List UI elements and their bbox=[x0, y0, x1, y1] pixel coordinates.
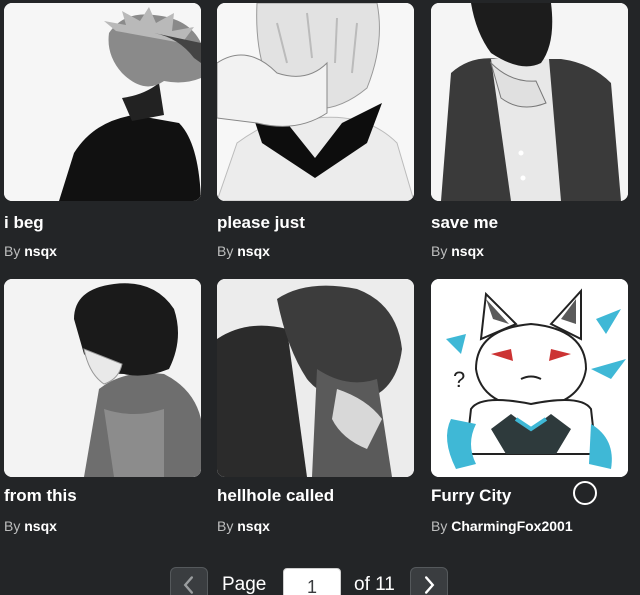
item-byline: By nsqx bbox=[4, 518, 57, 534]
creator-link[interactable]: nsqx bbox=[237, 518, 270, 534]
catalog-item-1[interactable]: i beg By nsqx bbox=[4, 3, 209, 263]
page-total-label: of 11 bbox=[354, 574, 395, 595]
item-thumbnail[interactable]: ? bbox=[431, 279, 628, 477]
item-title[interactable]: hellhole called bbox=[217, 486, 422, 506]
item-thumbnail[interactable] bbox=[217, 279, 414, 477]
creator-link[interactable]: CharmingFox2001 bbox=[451, 518, 572, 534]
prev-page-button[interactable] bbox=[170, 567, 208, 595]
item-thumbnail[interactable] bbox=[4, 279, 201, 477]
item-thumbnail[interactable] bbox=[217, 3, 414, 201]
catalog-item-3[interactable]: save me By nsqx bbox=[431, 3, 636, 263]
item-title[interactable]: Furry City bbox=[431, 486, 636, 506]
catalog-page: i beg By nsqx please just By nsqx save m… bbox=[0, 0, 640, 595]
chevron-right-icon bbox=[424, 576, 435, 594]
furry-avatar-image: ? bbox=[431, 279, 628, 477]
item-byline: By nsqx bbox=[217, 518, 270, 534]
anime-portrait-image bbox=[217, 3, 414, 201]
catalog-item-5[interactable]: hellhole called By nsqx bbox=[217, 279, 422, 541]
item-thumbnail[interactable] bbox=[4, 3, 201, 201]
catalog-item-2[interactable]: please just By nsqx bbox=[217, 3, 422, 263]
watermark-icon bbox=[573, 481, 597, 505]
creator-link[interactable]: nsqx bbox=[24, 243, 57, 259]
item-title[interactable]: please just bbox=[217, 213, 422, 233]
anime-portrait-image bbox=[4, 3, 201, 201]
creator-link[interactable]: nsqx bbox=[237, 243, 270, 259]
by-label: By bbox=[4, 243, 21, 259]
by-label: By bbox=[431, 518, 448, 534]
catalog-item-6[interactable]: ? Furry City By CharmingFox2001 bbox=[431, 279, 636, 541]
item-byline: By CharmingFox2001 bbox=[431, 518, 573, 534]
page-number-input[interactable] bbox=[283, 568, 341, 595]
catalog-item-4[interactable]: from this By nsqx bbox=[4, 279, 209, 541]
page-label: Page bbox=[222, 574, 267, 595]
by-label: By bbox=[217, 243, 234, 259]
item-title[interactable]: from this bbox=[4, 486, 209, 506]
pagination: Page of 11 bbox=[170, 567, 460, 595]
chevron-left-icon bbox=[183, 576, 194, 594]
creator-link[interactable]: nsqx bbox=[451, 243, 484, 259]
item-thumbnail[interactable] bbox=[431, 3, 628, 201]
by-label: By bbox=[217, 518, 234, 534]
item-byline: By nsqx bbox=[4, 243, 57, 259]
by-label: By bbox=[431, 243, 448, 259]
anime-portrait-image bbox=[431, 3, 628, 201]
anime-portrait-image bbox=[4, 279, 201, 477]
svg-text:?: ? bbox=[453, 367, 465, 392]
item-title[interactable]: save me bbox=[431, 213, 636, 233]
by-label: By bbox=[4, 518, 21, 534]
next-page-button[interactable] bbox=[410, 567, 448, 595]
creator-link[interactable]: nsqx bbox=[24, 518, 57, 534]
item-byline: By nsqx bbox=[431, 243, 484, 259]
item-byline: By nsqx bbox=[217, 243, 270, 259]
anime-portrait-image bbox=[217, 279, 414, 477]
item-title[interactable]: i beg bbox=[4, 213, 209, 233]
